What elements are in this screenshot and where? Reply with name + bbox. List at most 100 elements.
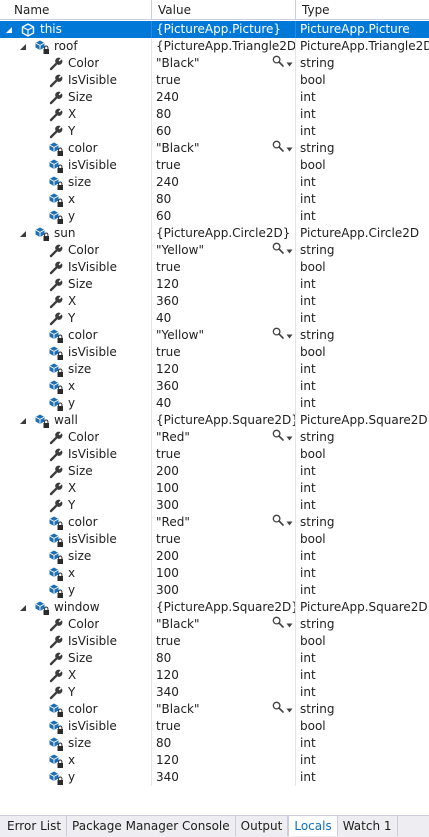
tree-row[interactable]: IsVisible true bool xyxy=(0,633,429,650)
visualizer-button[interactable] xyxy=(272,701,293,717)
tree-row[interactable]: x 100 int xyxy=(0,565,429,582)
value-cell[interactable]: "Yellow" xyxy=(152,327,296,344)
value-cell[interactable]: true xyxy=(152,718,296,735)
tree-row[interactable]: x 80 int xyxy=(0,191,429,208)
value-cell[interactable]: 240 xyxy=(152,174,296,191)
collapse-triangle-icon[interactable] xyxy=(18,229,28,239)
column-header-type[interactable]: Type xyxy=(296,0,429,20)
value-cell[interactable]: 120 xyxy=(152,276,296,293)
value-cell[interactable]: 80 xyxy=(152,191,296,208)
value-cell[interactable]: "Yellow" xyxy=(152,242,296,259)
tree-row[interactable]: Color "Yellow" string xyxy=(0,242,429,259)
tree-row[interactable]: window {PictureApp.Square2D} PictureApp.Sq… xyxy=(0,599,429,616)
tree-row[interactable]: size 120 int xyxy=(0,361,429,378)
tree-row[interactable]: Size 240 int xyxy=(0,89,429,106)
tree-row[interactable]: IsVisible true bool xyxy=(0,72,429,89)
tree-row[interactable]: isVisible true bool xyxy=(0,531,429,548)
tree-row[interactable]: Y 340 int xyxy=(0,684,429,701)
tree-row[interactable]: size 80 int xyxy=(0,735,429,752)
tab-package-manager-console[interactable]: Package Manager Console xyxy=(67,816,236,836)
tree-row[interactable]: isVisible true bool xyxy=(0,718,429,735)
tree-row[interactable]: Y 300 int xyxy=(0,497,429,514)
value-cell[interactable]: "Black" xyxy=(152,55,296,72)
value-cell[interactable]: true xyxy=(152,259,296,276)
column-header-value[interactable]: Value xyxy=(152,0,296,20)
value-cell[interactable]: "Black" xyxy=(152,616,296,633)
value-cell[interactable]: 120 xyxy=(152,752,296,769)
value-cell[interactable]: 40 xyxy=(152,310,296,327)
value-cell[interactable]: 40 xyxy=(152,395,296,412)
column-header-name[interactable]: Name xyxy=(0,0,152,20)
tree-row[interactable]: Color "Red" string xyxy=(0,429,429,446)
tree-row[interactable]: size 240 int xyxy=(0,174,429,191)
tree-row[interactable]: Y 40 int xyxy=(0,310,429,327)
tree-row[interactable]: Y 60 int xyxy=(0,123,429,140)
value-cell[interactable]: 300 xyxy=(152,497,296,514)
value-cell[interactable]: true xyxy=(152,531,296,548)
tree-row[interactable]: color "Red" string xyxy=(0,514,429,531)
tree-row[interactable]: y 300 int xyxy=(0,582,429,599)
tree-row[interactable]: color "Yellow" string xyxy=(0,327,429,344)
value-cell[interactable]: "Black" xyxy=(152,701,296,718)
value-cell[interactable]: {PictureApp.Square2D} xyxy=(152,412,296,429)
tree-row[interactable]: this {PictureApp.Picture} PictureApp.Pictu… xyxy=(0,21,429,38)
tree-row[interactable]: Size 80 int xyxy=(0,650,429,667)
value-cell[interactable]: 340 xyxy=(152,769,296,786)
tree-row[interactable]: Color "Black" string xyxy=(0,616,429,633)
tree-row[interactable]: wall {PictureApp.Square2D} PictureApp.Squa… xyxy=(0,412,429,429)
tree-row[interactable]: color "Black" string xyxy=(0,140,429,157)
visualizer-button[interactable] xyxy=(272,140,293,156)
value-cell[interactable]: 120 xyxy=(152,667,296,684)
tree-row[interactable]: y 40 int xyxy=(0,395,429,412)
tree-row[interactable]: X 100 int xyxy=(0,480,429,497)
tree-row[interactable]: y 60 int xyxy=(0,208,429,225)
value-cell[interactable]: {PictureApp.Picture} xyxy=(152,21,296,38)
tree-row[interactable]: X 80 int xyxy=(0,106,429,123)
visualizer-button[interactable] xyxy=(272,327,293,343)
visualizer-button[interactable] xyxy=(272,429,293,445)
visualizer-button[interactable] xyxy=(272,242,293,258)
value-cell[interactable]: "Red" xyxy=(152,514,296,531)
tree-row[interactable]: X 120 int xyxy=(0,667,429,684)
tree-row[interactable]: IsVisible true bool xyxy=(0,446,429,463)
tree-row[interactable]: x 120 int xyxy=(0,752,429,769)
tree-row[interactable]: IsVisible true bool xyxy=(0,259,429,276)
tree-row[interactable]: size 200 int xyxy=(0,548,429,565)
tab-output[interactable]: Output xyxy=(235,816,289,836)
visualizer-button[interactable] xyxy=(272,616,293,632)
value-cell[interactable]: 340 xyxy=(152,684,296,701)
value-cell[interactable]: true xyxy=(152,157,296,174)
visualizer-button[interactable] xyxy=(272,55,293,71)
value-cell[interactable]: 60 xyxy=(152,208,296,225)
value-cell[interactable]: 100 xyxy=(152,480,296,497)
value-cell[interactable]: 80 xyxy=(152,735,296,752)
tree-row[interactable]: y 340 int xyxy=(0,769,429,786)
tree-row[interactable]: X 360 int xyxy=(0,293,429,310)
tab-watch-1[interactable]: Watch 1 xyxy=(337,816,398,836)
value-cell[interactable]: true xyxy=(152,344,296,361)
collapse-triangle-icon[interactable] xyxy=(18,42,28,52)
value-cell[interactable]: true xyxy=(152,72,296,89)
tree-row[interactable]: roof {PictureApp.Triangle2D} PictureApp.Tr… xyxy=(0,38,429,55)
tree-row[interactable]: isVisible true bool xyxy=(0,157,429,174)
tab-error-list[interactable]: Error List xyxy=(2,816,68,836)
value-cell[interactable]: "Red" xyxy=(152,429,296,446)
value-cell[interactable]: {PictureApp.Square2D} xyxy=(152,599,296,616)
visualizer-button[interactable] xyxy=(272,514,293,530)
value-cell[interactable]: 300 xyxy=(152,582,296,599)
value-cell[interactable]: 60 xyxy=(152,123,296,140)
value-cell[interactable]: 80 xyxy=(152,106,296,123)
collapse-triangle-icon[interactable] xyxy=(4,25,14,35)
value-cell[interactable]: true xyxy=(152,633,296,650)
value-cell[interactable]: "Black" xyxy=(152,140,296,157)
tree-row[interactable]: color "Black" string xyxy=(0,701,429,718)
value-cell[interactable]: 360 xyxy=(152,293,296,310)
value-cell[interactable]: {PictureApp.Triangle2D} xyxy=(152,38,296,55)
value-cell[interactable]: 200 xyxy=(152,463,296,480)
value-cell[interactable]: 120 xyxy=(152,361,296,378)
value-cell[interactable]: 80 xyxy=(152,650,296,667)
tab-locals[interactable]: Locals xyxy=(288,816,338,836)
value-cell[interactable]: true xyxy=(152,446,296,463)
tree-row[interactable]: Size 200 int xyxy=(0,463,429,480)
tree-row[interactable]: Size 120 int xyxy=(0,276,429,293)
